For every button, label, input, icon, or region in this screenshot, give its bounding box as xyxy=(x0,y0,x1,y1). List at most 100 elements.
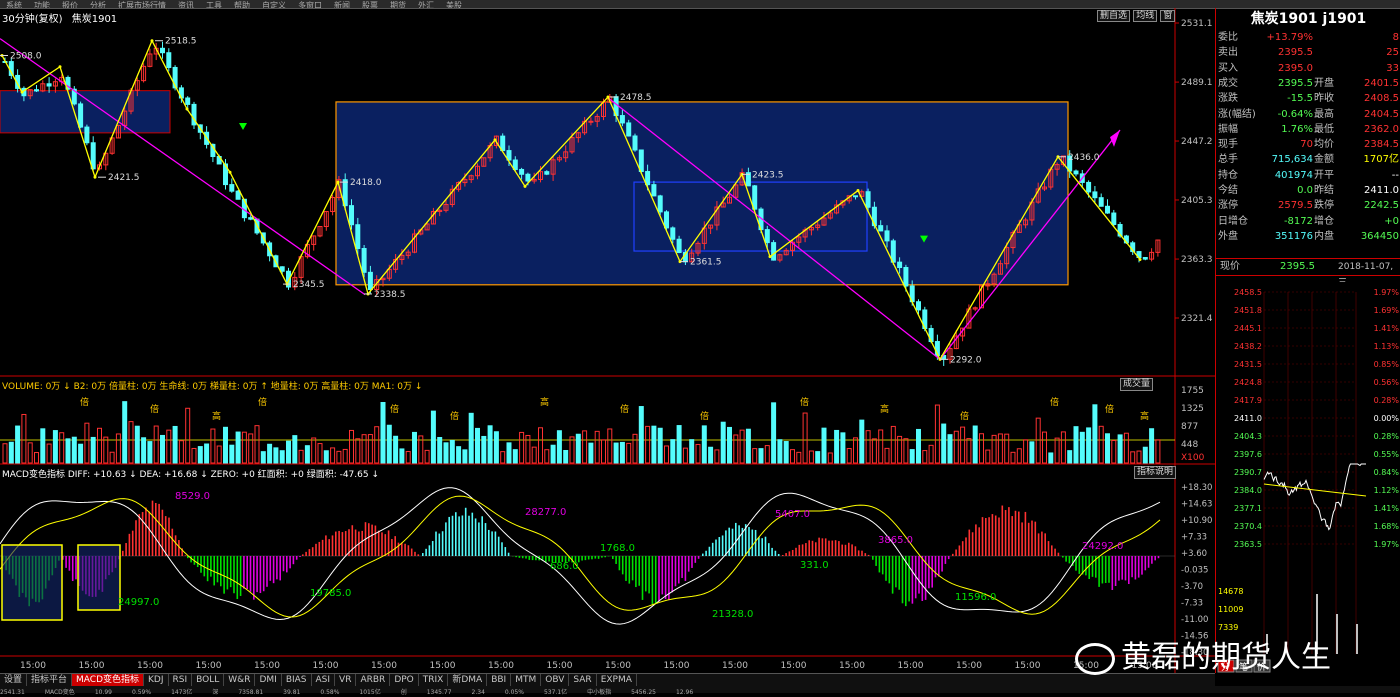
quote-row: 涨跌-15.5昨收2408.5 xyxy=(1216,91,1400,106)
indicator-tab[interactable]: ARBR xyxy=(356,674,390,686)
macd-histogram-bar xyxy=(227,556,229,589)
quote-v2: 2384.5 xyxy=(1364,137,1399,152)
indicator-tab[interactable]: SAR xyxy=(569,674,596,686)
candle-body xyxy=(879,226,883,231)
macd-histogram-bar xyxy=(945,556,947,564)
volume-bar xyxy=(728,427,732,463)
macd-histogram-bar xyxy=(319,542,321,556)
macd-histogram-bar xyxy=(152,501,154,556)
volume-marker: 倍 xyxy=(390,403,399,415)
volume-bar xyxy=(954,431,958,463)
macd-histogram-bar xyxy=(263,556,265,591)
indicator-tab[interactable]: DMI xyxy=(255,674,281,686)
volume-bar xyxy=(1005,434,1009,463)
macd-histogram-bar xyxy=(501,542,503,556)
macd-histogram-bar xyxy=(246,556,248,589)
zigzag-point xyxy=(151,39,154,42)
mini-pct-label: 0.28% xyxy=(1374,432,1400,441)
macd-histogram-bar xyxy=(1062,556,1064,558)
mini-vol-label: 11009 xyxy=(1218,605,1243,614)
indicator-tab[interactable]: OBV xyxy=(541,674,569,686)
indicator-tab[interactable]: BOLL xyxy=(192,674,224,686)
chart-canvas[interactable]: 2531.12489.12447.22405.32363.32321.42508… xyxy=(0,8,1215,673)
macd-histogram-bar xyxy=(1008,507,1010,556)
volume-dropdown[interactable]: 成交量 xyxy=(1120,378,1153,391)
volume-bar xyxy=(116,434,120,463)
indicator-tab[interactable]: TRIX xyxy=(419,674,449,686)
macd-histogram-bar xyxy=(270,556,272,581)
macd-histogram-bar xyxy=(601,556,603,558)
indicator-tab[interactable]: 设置 xyxy=(0,674,27,686)
macd-histogram-bar xyxy=(309,549,311,556)
macd-histogram-bar xyxy=(69,556,71,571)
indicator-tab[interactable]: RSI xyxy=(169,674,193,686)
volume-bar xyxy=(683,448,687,463)
macd-histogram-bar xyxy=(835,540,837,556)
time-axis-label: 15:00 xyxy=(254,661,280,671)
candle-body xyxy=(652,185,656,196)
remove-favorite-button[interactable]: 删自选 xyxy=(1097,10,1130,22)
indicator-tab[interactable]: BBI xyxy=(487,674,511,686)
macd-histogram-bar xyxy=(735,523,737,556)
time-axis-label: 15:00 xyxy=(1015,661,1041,671)
indicator-tab[interactable]: VR xyxy=(335,674,356,686)
quote-row: 振幅1.76%最低2362.0 xyxy=(1216,122,1400,137)
quote-v2: 2242.5 xyxy=(1364,198,1399,213)
window-button[interactable]: 窗 xyxy=(1160,10,1175,22)
volume-bar xyxy=(1049,453,1053,463)
indicator-tab[interactable]: ASI xyxy=(312,674,336,686)
ma-button[interactable]: 均线 xyxy=(1133,10,1157,22)
quote-l2: 昨收 xyxy=(1314,91,1334,106)
quote-v1: 2395.5 xyxy=(1278,45,1313,60)
macd-histogram-bar xyxy=(645,556,647,591)
indicator-tab[interactable]: KDJ xyxy=(144,674,169,686)
quote-row: 现手70均价2384.5 xyxy=(1216,137,1400,152)
indicator-tab[interactable]: DPO xyxy=(390,674,418,686)
macd-histogram-bar xyxy=(895,556,897,587)
candle-body xyxy=(35,90,39,91)
macd-histogram-bar xyxy=(312,547,314,556)
macd-histogram-bar xyxy=(328,539,330,556)
indicator-tab[interactable]: W&R xyxy=(224,674,255,686)
macd-histogram-bar xyxy=(712,543,714,556)
macd-histogram-bar xyxy=(959,545,961,556)
macd-histogram-bar xyxy=(505,547,507,556)
volume-bar xyxy=(1156,440,1160,463)
mini-pct-label: 1.97% xyxy=(1374,288,1400,297)
macd-axis-label: +14.63 xyxy=(1181,500,1212,510)
macd-histogram-bar xyxy=(178,540,180,556)
indicator-tab[interactable]: EXPMA xyxy=(597,674,637,686)
candle-body xyxy=(1143,258,1147,260)
macd-histogram-bar xyxy=(715,540,717,556)
macd-histogram-bar xyxy=(411,549,413,556)
volume-bar xyxy=(406,452,410,463)
candle-body xyxy=(545,172,549,175)
indicator-help-button[interactable]: 指标说明 xyxy=(1134,466,1176,479)
quote-l2: 昨结 xyxy=(1314,183,1334,198)
macd-histogram-bar xyxy=(808,540,810,556)
volume-bar xyxy=(66,439,70,463)
volume-bar xyxy=(539,428,543,463)
volume-bar xyxy=(217,446,221,463)
macd-histogram-bar xyxy=(648,556,650,593)
volume-bar xyxy=(72,437,76,463)
macd-histogram-bar xyxy=(889,556,891,583)
macd-histogram-bar xyxy=(432,541,434,556)
macd-histogram-bar xyxy=(1148,556,1150,568)
volume-bar xyxy=(765,446,769,463)
range-box xyxy=(0,91,170,133)
indicator-tab[interactable]: MTM xyxy=(511,674,541,686)
macd-axis-label: +18.30 xyxy=(1181,483,1212,493)
indicator-tab[interactable]: 指标平台 xyxy=(27,674,72,686)
indicator-tab[interactable]: MACD变色指标 xyxy=(72,674,144,686)
macd-area-label: 24292.0 xyxy=(1082,541,1123,552)
candle-body xyxy=(1093,192,1097,198)
macd-histogram-bar xyxy=(158,504,160,556)
indicator-tab[interactable]: 新DMA xyxy=(448,674,487,686)
volume-bar xyxy=(665,446,669,463)
macd-axis-label: -0.035 xyxy=(1181,566,1208,576)
time-axis-label: 15:00 xyxy=(898,661,924,671)
volume-bar xyxy=(230,445,234,463)
volume-axis-label: 448 xyxy=(1181,440,1198,450)
indicator-tab[interactable]: BIAS xyxy=(282,674,312,686)
